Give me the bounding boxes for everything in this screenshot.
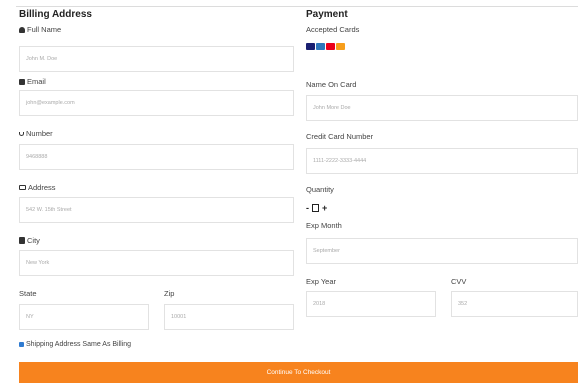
minus-button[interactable]: - [306,203,309,213]
quantity-label: Quantity [306,185,334,194]
cvv-label: CVV [451,277,467,286]
mastercard-icon [326,43,335,50]
exp-year-input[interactable]: 2018 [306,291,436,317]
checkbox-checked-icon[interactable] [19,342,24,347]
quantity-value-box[interactable] [312,204,319,212]
amex-card-icon [316,43,325,50]
payment-heading: Payment [306,9,348,20]
exp-year-label: Exp Year [306,277,337,286]
exp-month-label: Exp Month [306,221,342,230]
name-on-card-input[interactable]: John More Doe [306,95,578,121]
same-as-billing-checkbox[interactable]: Shipping Address Same As Billing [19,341,131,348]
name-on-card-label: Name On Card [306,80,357,89]
exp-month-input[interactable]: September [306,238,578,264]
address-label: Address [19,183,56,192]
email-input[interactable]: john@example.com [19,90,294,116]
billing-heading: Billing Address [19,9,92,20]
accepted-cards-label: Accepted Cards [306,25,360,34]
building-icon [19,237,25,244]
fullname-input[interactable]: John M. Doe [19,46,294,72]
phone-icon [19,131,24,136]
state-label: State [19,289,37,298]
fullname-label: Full Name [19,25,61,34]
state-input[interactable]: NY [19,304,149,330]
discover-card-icon [336,43,345,50]
envelope-icon [19,78,25,85]
city-label: City [19,236,40,245]
cvv-input[interactable]: 352 [451,291,578,317]
continue-to-checkout-button[interactable]: Continue To Checkout [19,362,578,383]
plus-button[interactable]: + [322,203,327,213]
card-number-label: Credit Card Number [306,132,374,141]
quantity-stepper[interactable]: - + [306,203,327,213]
address-card-icon [19,185,26,190]
city-input[interactable]: New York [19,250,294,276]
address-input[interactable]: 542 W. 15th Street [19,197,294,223]
zip-input[interactable]: 10001 [164,304,294,330]
number-label: Number [19,129,53,138]
accepted-cards-icons [306,43,345,50]
zip-label: Zip [164,289,175,298]
email-label: Email [19,77,46,86]
top-divider [16,6,578,7]
number-input[interactable]: 9468888 [19,144,294,170]
user-icon [19,26,25,33]
card-number-input[interactable]: 1111-2222-3333-4444 [306,148,578,174]
visa-card-icon [306,43,315,50]
